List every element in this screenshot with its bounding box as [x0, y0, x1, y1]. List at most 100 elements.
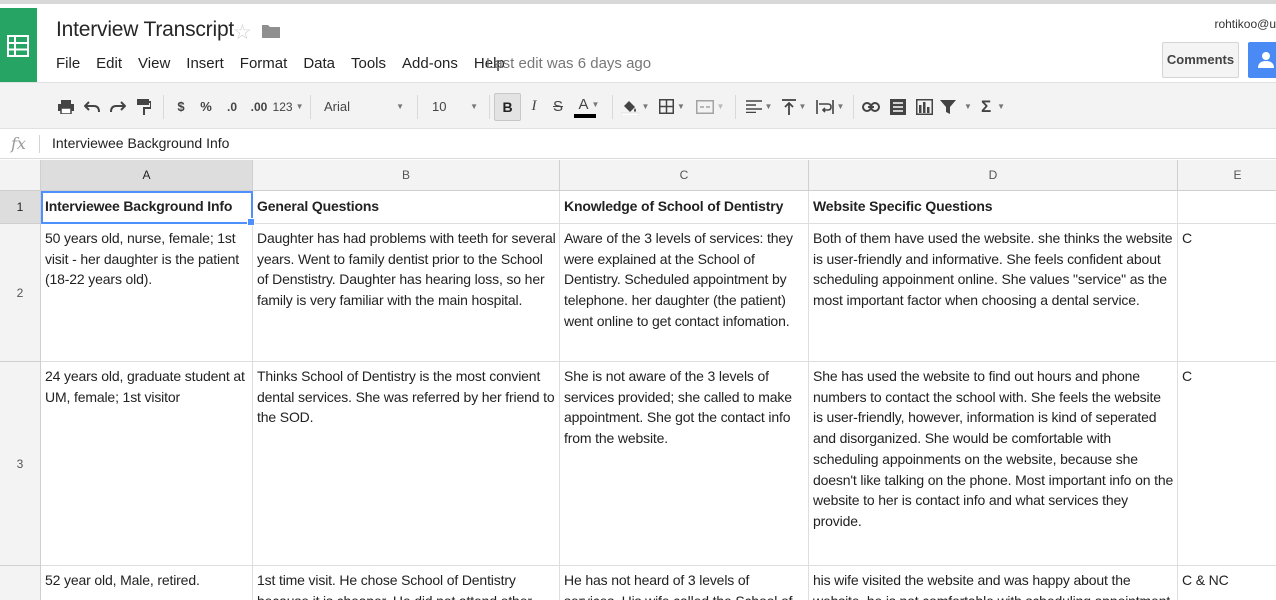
- more-formats-button[interactable]: 123 ▼: [272, 83, 304, 130]
- insert-link-icon[interactable]: [859, 83, 883, 130]
- column-header-e[interactable]: E: [1178, 160, 1276, 191]
- menu-item-tools[interactable]: Tools: [351, 55, 386, 72]
- formula-input[interactable]: Interviewee Background Info: [52, 135, 229, 151]
- font-family-select[interactable]: Arial ▼: [318, 83, 410, 130]
- text-color-swatch: [574, 113, 596, 118]
- table-cell[interactable]: 24 years old, graduate student at UM, fe…: [41, 362, 253, 566]
- percent-format-button[interactable]: %: [196, 83, 216, 130]
- menu-item-view[interactable]: View: [138, 55, 170, 72]
- table-cell[interactable]: C: [1178, 362, 1276, 566]
- menu-item-data[interactable]: Data: [303, 55, 335, 72]
- more-formats-label: 123: [272, 99, 293, 114]
- chevron-down-icon: ▼: [396, 102, 404, 111]
- borders-button[interactable]: ▼: [656, 83, 688, 130]
- toolbar-divider: [489, 95, 490, 119]
- menu-item-format[interactable]: Format: [240, 55, 288, 72]
- last-edit-status[interactable]: Last edit was 6 days ago: [486, 55, 651, 72]
- filter-icon: [940, 99, 957, 114]
- paint-bucket-icon: [620, 100, 639, 116]
- table-cell[interactable]: He has not heard of 3 levels of services…: [560, 566, 809, 600]
- table-cell[interactable]: his wife visited the website and was hap…: [809, 566, 1178, 600]
- merge-cells-button[interactable]: ▼: [692, 83, 728, 130]
- menu-item-edit[interactable]: Edit: [96, 55, 122, 72]
- table-cell[interactable]: Daughter has had problems with teeth for…: [253, 224, 560, 362]
- chevron-down-icon: ▼: [641, 102, 650, 111]
- toolbar: $ % .0 .00 123 ▼ Arial ▼ 10 ▼ B I S A ▼ ▼ ▼ …: [0, 82, 1276, 129]
- toolbar-divider: [417, 95, 418, 119]
- filter-button[interactable]: ▼: [938, 83, 974, 130]
- chevron-down-icon: ▼: [798, 102, 807, 111]
- font-family-value: Arial: [324, 99, 351, 114]
- row-header[interactable]: [0, 566, 41, 600]
- column-header-d[interactable]: D: [809, 160, 1178, 191]
- table-cell[interactable]: Thinks School of Dentistry is the most c…: [253, 362, 560, 566]
- table-cell[interactable]: She is not aware of the 3 levels of serv…: [560, 362, 809, 566]
- chevron-down-icon: ▼: [295, 102, 304, 111]
- fx-icon: fx: [11, 134, 26, 153]
- row-header[interactable]: 2: [0, 224, 41, 362]
- table-cell[interactable]: 1st time visit. He chose School of Denti…: [253, 566, 560, 600]
- table-cell[interactable]: C & NC: [1178, 566, 1276, 600]
- table-cell[interactable]: 52 year old, Male, retired.: [41, 566, 253, 600]
- user-email[interactable]: rohtikoo@u: [1214, 17, 1276, 31]
- person-icon: [1258, 52, 1274, 68]
- row-header[interactable]: 3: [0, 362, 41, 566]
- table-cell[interactable]: 50 years old, nurse, female; 1st visit -…: [41, 224, 253, 362]
- horizontal-align-button[interactable]: ▼: [742, 83, 776, 130]
- sheets-logo-icon[interactable]: [0, 8, 37, 86]
- toolbar-divider: [853, 95, 854, 119]
- table-cell[interactable]: C: [1178, 224, 1276, 362]
- insert-comment-icon[interactable]: [886, 83, 910, 130]
- align-left-icon: [745, 100, 762, 113]
- redo-icon[interactable]: [106, 83, 130, 130]
- font-size-select[interactable]: 10 ▼: [426, 83, 484, 130]
- text-color-button[interactable]: A ▼: [572, 83, 606, 130]
- font-size-value: 10: [432, 99, 447, 114]
- table-cell[interactable]: Both of them have used the website. she …: [809, 224, 1178, 362]
- folder-icon[interactable]: [262, 23, 280, 43]
- chevron-down-icon: ▼: [997, 102, 1006, 111]
- insert-chart-icon[interactable]: [912, 83, 936, 130]
- select-all-corner[interactable]: [0, 160, 41, 191]
- strikethrough-button[interactable]: S: [548, 83, 568, 130]
- header-cell[interactable]: [1178, 191, 1276, 224]
- header-cell[interactable]: Website Specific Questions: [809, 191, 1178, 224]
- header-cell[interactable]: General Questions: [253, 191, 560, 224]
- chevron-down-icon: ▼: [764, 102, 773, 111]
- table-cell[interactable]: Aware of the 3 levels of services: they …: [560, 224, 809, 362]
- column-header-c[interactable]: C: [560, 160, 809, 191]
- fill-color-button[interactable]: ▼: [619, 83, 651, 130]
- menu-bar: File Edit View Insert Format Data Tools Add-ons…: [56, 55, 521, 72]
- menu-item-file[interactable]: File: [56, 55, 80, 72]
- chevron-down-icon: ▼: [591, 99, 600, 109]
- header-cell[interactable]: Knowledge of School of Dentistry: [560, 191, 809, 224]
- menu-item-add-ons[interactable]: Add-ons: [402, 55, 458, 72]
- app-header: Interview Transcript ☆ File Edit View Inser…: [0, 0, 1276, 86]
- undo-icon[interactable]: [80, 83, 104, 130]
- row-header[interactable]: 1: [0, 191, 41, 224]
- italic-button[interactable]: I: [524, 83, 544, 130]
- column-header-a[interactable]: A: [41, 160, 253, 191]
- decrease-decimals-button[interactable]: .0: [221, 83, 243, 130]
- vertical-align-button[interactable]: ▼: [778, 83, 810, 130]
- toolbar-divider: [163, 95, 164, 119]
- currency-format-button[interactable]: $: [171, 83, 191, 130]
- wrap-text-icon: [815, 99, 834, 114]
- document-title[interactable]: Interview Transcript: [56, 18, 234, 42]
- increase-decimals-button[interactable]: .00: [246, 83, 272, 130]
- spreadsheet-grid: A B C D E 1 Interviewee Background Info General…: [0, 160, 1276, 600]
- print-icon[interactable]: [54, 83, 78, 130]
- toolbar-divider: [735, 95, 736, 119]
- text-wrapping-button[interactable]: ▼: [813, 83, 847, 130]
- paint-format-icon[interactable]: [132, 83, 156, 130]
- merge-cells-icon: [695, 99, 714, 114]
- table-cell[interactable]: She has used the website to find out hou…: [809, 362, 1178, 566]
- comments-button[interactable]: Comments: [1162, 42, 1239, 78]
- star-icon[interactable]: ☆: [233, 20, 252, 45]
- functions-button[interactable]: Σ ▼: [978, 83, 1008, 130]
- header-cell[interactable]: Interviewee Background Info: [41, 191, 253, 224]
- bold-button[interactable]: B: [494, 93, 521, 121]
- share-button[interactable]: [1248, 42, 1276, 78]
- menu-item-insert[interactable]: Insert: [186, 55, 224, 72]
- column-header-b[interactable]: B: [253, 160, 560, 191]
